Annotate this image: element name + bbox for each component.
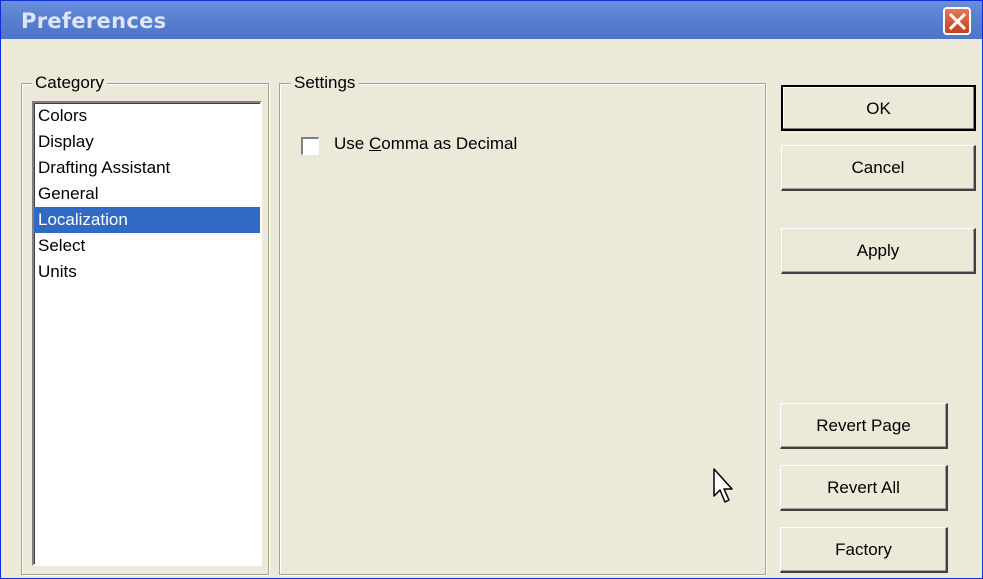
cancel-button[interactable]: Cancel	[781, 145, 976, 191]
category-item-drafting-assistant[interactable]: Drafting Assistant	[34, 155, 260, 181]
title-bar[interactable]: Preferences	[1, 1, 982, 39]
revert-all-button[interactable]: Revert All	[780, 465, 948, 511]
revert-page-button[interactable]: Revert Page	[780, 403, 948, 449]
category-item-display[interactable]: Display	[34, 129, 260, 155]
close-button[interactable]	[943, 7, 971, 35]
use-comma-as-decimal-checkbox[interactable]	[301, 137, 319, 155]
settings-group	[279, 83, 766, 575]
category-item-units[interactable]: Units	[34, 259, 260, 285]
checkbox-label-pre: Use	[334, 134, 369, 153]
close-icon	[949, 13, 966, 30]
settings-legend: Settings	[291, 73, 359, 93]
category-item-localization[interactable]: Localization	[34, 207, 260, 233]
ok-button[interactable]: OK	[781, 85, 976, 131]
use-comma-as-decimal-label[interactable]: Use Comma as Decimal	[334, 134, 517, 154]
apply-button[interactable]: Apply	[781, 228, 976, 274]
checkbox-label-post: omma as Decimal	[381, 134, 518, 153]
preferences-dialog: Preferences Category Colors Display Draf…	[0, 0, 983, 579]
mouse-pointer-icon	[713, 468, 733, 503]
factory-button[interactable]: Factory	[780, 527, 948, 573]
category-item-general[interactable]: General	[34, 181, 260, 207]
category-listbox[interactable]: Colors Display Drafting Assistant Genera…	[32, 101, 262, 566]
category-legend: Category	[32, 73, 107, 93]
category-item-select[interactable]: Select	[34, 233, 260, 259]
window-title: Preferences	[21, 9, 167, 33]
checkbox-label-mnemonic: C	[368, 134, 382, 153]
category-item-colors[interactable]: Colors	[34, 103, 260, 129]
